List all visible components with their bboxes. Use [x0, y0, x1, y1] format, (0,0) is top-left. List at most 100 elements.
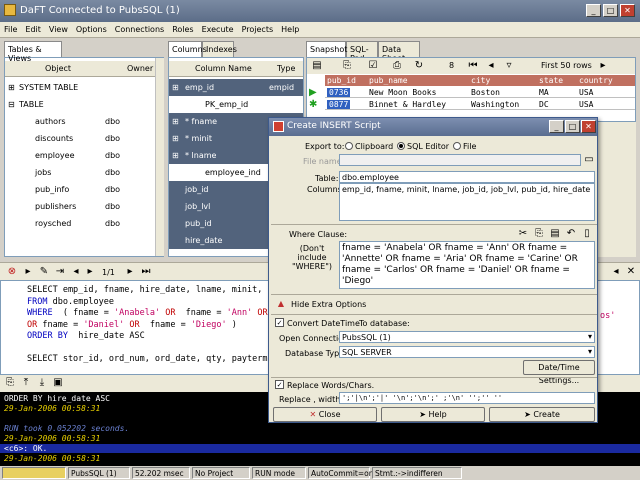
back-icon[interactable]: ◂ — [70, 266, 82, 278]
next-icon[interactable]: ▸ — [124, 266, 136, 278]
type-header[interactable]: Type — [277, 64, 295, 73]
owner-column-header[interactable]: Owner — [127, 64, 153, 73]
prev-icon[interactable]: ◂ — [485, 60, 497, 72]
grid-column-header[interactable]: city — [471, 76, 490, 85]
where-clause-textarea[interactable]: fname = 'Anabela' OR fname = 'Ann' OR fn… — [339, 241, 595, 289]
editor-token: SELECT stor_id, ord_num, ord_date, qty, … — [27, 354, 283, 364]
column-row[interactable]: PK_emp_id — [169, 96, 303, 113]
console-top-icon[interactable]: ⤒ — [20, 377, 32, 389]
create-button[interactable]: ➤ Create — [489, 407, 595, 422]
grid-column-header[interactable]: country — [579, 76, 613, 85]
cut-icon[interactable]: ✂ — [517, 228, 529, 240]
tree-node-table[interactable]: ⊟ TABLE — [5, 96, 155, 113]
menu-execute[interactable]: Execute — [198, 22, 238, 34]
column-name-header[interactable]: Column Name — [195, 64, 252, 73]
maximize-button[interactable]: □ — [603, 4, 618, 17]
copy-icon[interactable]: ⎘ — [533, 228, 545, 240]
tab-sql-pad[interactable]: SQL-Pad — [346, 41, 378, 63]
tab-tables-views[interactable]: Tables & Views — [4, 41, 62, 63]
menu-edit[interactable]: Edit — [21, 22, 45, 34]
grid-row[interactable]: 0736 New Moon Books Boston MA USA — [325, 87, 635, 98]
table-item[interactable]: jobs dbo — [5, 164, 155, 181]
undo-icon[interactable]: ↶ — [565, 228, 577, 240]
table-item[interactable]: pub_info dbo — [5, 181, 155, 198]
collapse-icon[interactable]: ▲ — [275, 298, 287, 310]
convert-datetime-checkbox[interactable]: ✓ — [275, 318, 284, 327]
grid-column-header[interactable]: pub_name — [369, 76, 408, 85]
export-sql-editor-radio[interactable]: SQL Editor — [397, 142, 449, 151]
menu-options[interactable]: Options — [72, 22, 111, 34]
editor-token: ORDER BY — [27, 331, 68, 341]
browse-folder-icon[interactable]: ▭ — [583, 154, 595, 166]
open-connection-select[interactable]: PubsSQL (1) ▾ — [339, 331, 595, 343]
editor-token: hire_date ASC — [73, 331, 145, 341]
console-clear-icon[interactable]: ▣ — [52, 377, 64, 389]
copy-icon[interactable]: ⎘ — [341, 60, 353, 72]
left-vertical-scrollbar[interactable] — [155, 58, 164, 256]
object-column-header[interactable]: Object — [45, 64, 71, 73]
table-item[interactable]: discounts dbo — [5, 130, 155, 147]
last-icon[interactable]: ⏭ — [140, 266, 152, 278]
first-icon[interactable]: ⏮ — [467, 60, 479, 72]
tab-columns[interactable]: Columns — [168, 41, 207, 57]
table-item[interactable]: employee dbo — [5, 147, 155, 164]
editor-token: SELECT emp_id, fname, hire_date, lname, … — [27, 285, 288, 295]
menu-connections[interactable]: Connections — [111, 22, 168, 34]
table-item[interactable]: roysched dbo — [5, 215, 155, 232]
replace-words-checkbox[interactable]: ✓ — [275, 380, 284, 389]
expand-icon[interactable]: ⊞ — [172, 83, 179, 92]
close-button[interactable]: ✕ Close — [273, 407, 377, 422]
stop-icon[interactable]: ⊗ — [6, 266, 18, 278]
grid-column-header[interactable]: pub_id — [327, 76, 356, 85]
column-row[interactable]: ⊞ emp_id empid — [169, 79, 303, 96]
edit-icon[interactable]: ✎ — [38, 266, 50, 278]
replace-input[interactable]: ';'|\n';'|' '\n';'\n';' ;'\n' '';'' '' — [339, 392, 595, 404]
expand-icon[interactable]: ⊞ — [172, 134, 179, 143]
table-item[interactable]: authors dbo — [5, 113, 155, 130]
check-icon[interactable]: ☑ — [367, 60, 379, 72]
close-window-button[interactable]: ✕ — [620, 4, 635, 17]
dialog-minimize-button[interactable]: _ — [549, 120, 564, 133]
tab-snapshot[interactable]: Snapshot — [306, 41, 347, 57]
next-page-icon[interactable]: ▸ — [597, 60, 609, 72]
filter-icon[interactable]: ▿ — [503, 60, 515, 72]
dialog-maximize-button[interactable]: □ — [565, 120, 580, 133]
menu-roles[interactable]: Roles — [168, 22, 197, 34]
grid-row[interactable]: 0877 Binnet & Hardley Washington DC USA — [325, 99, 635, 110]
menu-help[interactable]: Help — [277, 22, 303, 34]
menu-view[interactable]: View — [45, 22, 72, 34]
expand-icon[interactable]: ⊞ — [172, 117, 179, 126]
indent-icon[interactable]: ⇥ — [54, 266, 66, 278]
tree-node-system-table[interactable]: ⊞ SYSTEM TABLE — [5, 79, 155, 96]
hide-extra-options-link[interactable]: Hide Extra Options — [291, 300, 366, 309]
dialog-close-x-button[interactable]: ✕ — [581, 120, 596, 133]
expand-icon[interactable]: ⊞ — [172, 151, 179, 160]
paste-icon[interactable]: ▤ — [549, 228, 561, 240]
console-copy-icon[interactable]: ⎘ — [4, 377, 16, 389]
editor-options-icon[interactable]: ◂ — [610, 266, 622, 278]
table-item[interactable]: publishers dbo — [5, 198, 155, 215]
forward-icon[interactable]: ▸ — [84, 266, 96, 278]
run-icon[interactable]: ▸ — [22, 266, 34, 278]
new-icon[interactable]: ▯ — [581, 228, 593, 240]
editor-token: fname = — [37, 319, 84, 330]
menu-projects[interactable]: Projects — [238, 22, 278, 34]
menu-file[interactable]: File — [0, 22, 21, 34]
minimize-button[interactable]: _ — [586, 4, 601, 17]
export-file-radio[interactable]: File — [453, 142, 476, 151]
export-icon[interactable]: ▤ — [311, 60, 323, 72]
tab-data-sheet[interactable]: Data Sheet — [378, 41, 420, 63]
datetime-settings-button[interactable]: Date/Time Settings... — [523, 360, 595, 385]
editor-close-icon[interactable]: ✕ — [625, 266, 637, 278]
refresh-icon[interactable]: ↻ — [413, 60, 425, 72]
help-button[interactable]: ➤ Help — [381, 407, 485, 422]
console-bottom-icon[interactable]: ⤓ — [36, 377, 48, 389]
grid-column-header[interactable]: state — [539, 76, 563, 85]
print-icon[interactable]: ⎙ — [391, 60, 403, 72]
export-clipboard-radio[interactable]: Clipboard — [345, 142, 393, 151]
editor-line: SELECT emp_id, fname, hire_date, lname, … — [27, 285, 288, 295]
grid-cell: Washington — [471, 100, 520, 109]
database-type-select[interactable]: SQL SERVER ▾ — [339, 346, 595, 358]
replace-label: Replace , width .: — [279, 395, 349, 404]
file-name-input[interactable] — [339, 154, 581, 166]
